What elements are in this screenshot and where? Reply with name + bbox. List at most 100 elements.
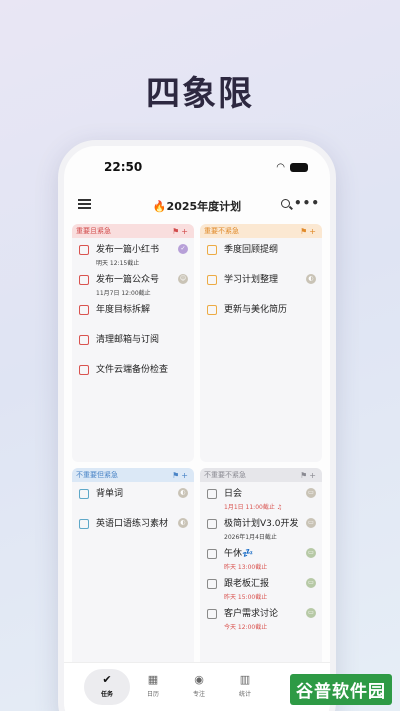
task-item[interactable]: 背单词 ◐ — [72, 482, 194, 512]
check-tag-icon: ✓ — [178, 244, 188, 254]
checkbox[interactable] — [207, 609, 217, 619]
watermark-text: 谷普软件园 — [296, 682, 386, 702]
quadrant-grid: 重要且紧急 ⚑+ 发布一篇小红书 明天 12:15截止 ✓ 发布一篇公众号 11… — [72, 224, 326, 668]
status-time: 22:50 — [104, 160, 143, 174]
sound-tag-icon: ◐ — [178, 488, 188, 498]
quadrant-header: 重要且紧急 ⚑+ — [72, 224, 194, 238]
doc-tag-icon: ▭ — [306, 608, 316, 618]
checkbox[interactable] — [79, 335, 89, 345]
task-item[interactable]: 跟老板汇报 昨天 15:00截止 ▭ — [200, 572, 322, 602]
checkbox[interactable] — [79, 489, 89, 499]
checkbox[interactable] — [207, 275, 217, 285]
quadrant-important-not-urgent: 重要不紧急 ⚑+ 季度回顾提纲 学习计划整理 ◐ 更新与美化简历 — [200, 224, 322, 462]
task-date: 今天 12:00截止 — [224, 624, 268, 631]
task-name: 跟老板汇报 — [224, 579, 270, 589]
task-date: 1月1日 11:00截止 ♫ — [224, 504, 283, 511]
task-item[interactable]: 发布一篇公众号 11月7日 12:00截止 ☺ — [72, 268, 194, 298]
checkbox[interactable] — [79, 519, 89, 529]
task-date: 2026年1月4日截止 — [224, 534, 277, 541]
face-tag-icon: ☺ — [178, 274, 188, 284]
task-item[interactable]: 午休💤 昨天 13:00截止 ▭ — [200, 542, 322, 572]
task-name: 学习计划整理 — [224, 275, 279, 285]
quadrant-label: 不重要但紧急 — [76, 471, 118, 479]
quadrant-header: 重要不紧急 ⚑+ — [200, 224, 322, 238]
sound-tag-icon: ◐ — [306, 274, 316, 284]
quadrant-urgent-important: 重要且紧急 ⚑+ 发布一篇小红书 明天 12:15截止 ✓ 发布一篇公众号 11… — [72, 224, 194, 462]
checkbox[interactable] — [207, 245, 217, 255]
task-item[interactable]: 极简计划V3.0开发 2026年1月4日截止 ▭ — [200, 512, 322, 542]
tab-focus[interactable]: ◉ 专注 — [176, 669, 222, 705]
quadrant-urgent-not-important: 不重要但紧急 ⚑+ 背单词 ◐ 英语口语练习素材 ◐ — [72, 468, 194, 668]
quadrant-label: 不重要不紧急 — [204, 471, 246, 479]
task-name: 极简计划V3.0开发 — [224, 519, 299, 529]
checkbox[interactable] — [207, 549, 217, 559]
task-item[interactable]: 更新与美化简历 — [200, 298, 322, 328]
tab-tasks[interactable]: ✔ 任务 — [84, 669, 130, 705]
tab-stats[interactable]: ▥ 统计 — [222, 669, 268, 705]
task-date: 明天 12:15截止 — [96, 260, 140, 267]
task-date: 11月7日 12:00截止 — [96, 290, 151, 297]
nav-bar: 🔥2025年度计划 ••• — [64, 194, 330, 218]
checkbox[interactable] — [207, 519, 217, 529]
task-name: 季度回顾提纲 — [224, 245, 279, 255]
task-name: 发布一篇公众号 — [96, 275, 160, 285]
page-headline: 四象限 — [146, 74, 254, 114]
more-icon[interactable]: ••• — [294, 196, 320, 210]
task-item[interactable]: 英语口语练习素材 ◐ — [72, 512, 194, 542]
quadrant-label: 重要不紧急 — [204, 227, 239, 235]
task-name: 文件云端备份检查 — [96, 365, 169, 375]
task-date: 昨天 15:00截止 — [224, 594, 268, 601]
flag-add-icon[interactable]: ⚑+ — [300, 471, 318, 480]
checkbox[interactable] — [79, 305, 89, 315]
task-item[interactable]: 发布一篇小红书 明天 12:15截止 ✓ — [72, 238, 194, 268]
tabs: ✔ 任务 ▦ 日历 ◉ 专注 ▥ 统计 — [84, 669, 268, 705]
task-item[interactable]: 季度回顾提纲 — [200, 238, 322, 268]
task-name: 更新与美化简历 — [224, 305, 288, 315]
chart-icon: ▥ — [239, 673, 251, 686]
doc-tag-icon: ▭ — [306, 518, 316, 528]
checkbox[interactable] — [79, 275, 89, 285]
sound-tag-icon: ◐ — [178, 518, 188, 528]
checkbox[interactable] — [207, 305, 217, 315]
doc-tag-icon: ▭ — [306, 488, 316, 498]
checkbox[interactable] — [79, 245, 89, 255]
doc-tag-icon: ▭ — [306, 548, 316, 558]
tab-label: 任务 — [100, 691, 113, 698]
wifi-icon: ◠ — [276, 162, 285, 173]
checkbox[interactable] — [79, 365, 89, 375]
quadrant-header: 不重要不紧急 ⚑+ — [200, 468, 322, 482]
flag-add-icon[interactable]: ⚑+ — [300, 227, 318, 236]
task-item[interactable]: 清理邮箱与订阅 — [72, 328, 194, 358]
task-item[interactable]: 学习计划整理 ◐ — [200, 268, 322, 298]
task-date: 昨天 13:00截止 — [224, 564, 268, 571]
task-item[interactable]: 文件云端备份检查 — [72, 358, 194, 388]
task-name: 清理邮箱与订阅 — [96, 335, 160, 345]
flag-add-icon[interactable]: ⚑+ — [172, 227, 190, 236]
watermark: 谷普软件园 — [290, 674, 392, 705]
checkbox[interactable] — [207, 579, 217, 589]
task-name: 发布一篇小红书 — [96, 245, 160, 255]
tab-calendar[interactable]: ▦ 日历 — [130, 669, 176, 705]
task-name: 客户需求讨论 — [224, 609, 279, 619]
battery-icon — [290, 163, 308, 172]
task-name: 午休💤 — [224, 549, 254, 559]
checkbox[interactable] — [207, 489, 217, 499]
doc-tag-icon: ▭ — [306, 578, 316, 588]
calendar-icon: ▦ — [147, 673, 159, 686]
tab-label: 专注 — [192, 691, 205, 698]
quadrant-header: 不重要但紧急 ⚑+ — [72, 468, 194, 482]
quadrant-not-urgent-not-important: 不重要不紧急 ⚑+ 日会 1月1日 11:00截止 ♫ ▭ 极简计划V3.0开发… — [200, 468, 322, 668]
task-item[interactable]: 客户需求讨论 今天 12:00截止 ▭ — [200, 602, 322, 632]
focus-icon: ◉ — [194, 673, 204, 686]
task-name: 英语口语练习素材 — [96, 519, 169, 529]
quadrant-label: 重要且紧急 — [76, 227, 111, 235]
flag-add-icon[interactable]: ⚑+ — [172, 471, 190, 480]
tab-label: 统计 — [238, 691, 251, 698]
task-item[interactable]: 年度目标拆解 — [72, 298, 194, 328]
task-name: 背单词 — [96, 489, 124, 499]
check-icon: ✔ — [102, 673, 112, 686]
task-name: 日会 — [224, 489, 243, 499]
search-icon[interactable] — [281, 199, 290, 208]
task-item[interactable]: 日会 1月1日 11:00截止 ♫ ▭ — [200, 482, 322, 512]
status-icons: ◠ — [276, 162, 308, 173]
